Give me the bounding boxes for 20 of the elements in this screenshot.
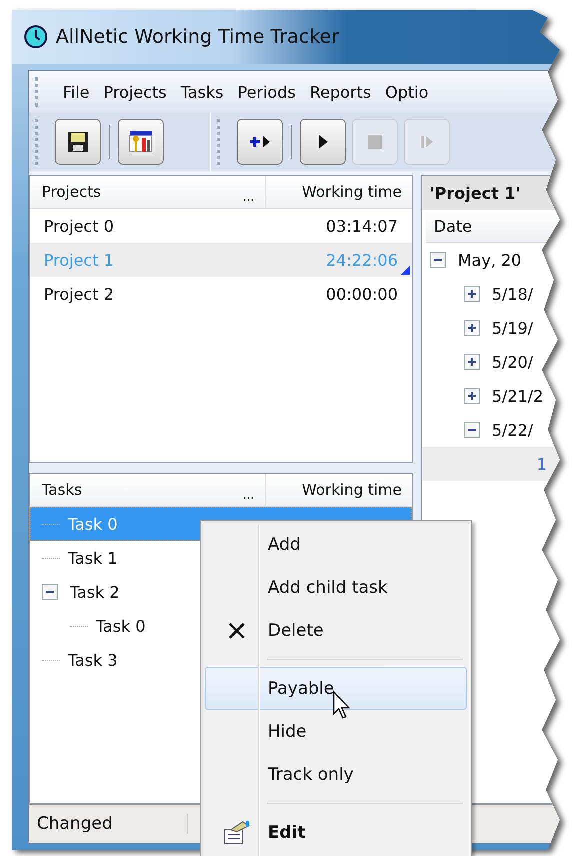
project-name: Project 0 bbox=[43, 216, 116, 236]
date-label: 5/19/ bbox=[492, 318, 534, 338]
date-label: 1 bbox=[536, 454, 547, 474]
working-time: 03:14:07 bbox=[326, 216, 399, 236]
task-name: Task 1 bbox=[68, 548, 118, 568]
project-name: Project 2 bbox=[43, 284, 116, 304]
task-name: Task 3 bbox=[68, 650, 118, 670]
task-name: Task 2 bbox=[70, 582, 120, 602]
status-text: Changed bbox=[29, 814, 188, 834]
task-name: Task 0 bbox=[68, 514, 118, 534]
working-time: 00:00:00 bbox=[326, 284, 399, 304]
working-time: 24:22:06 bbox=[326, 250, 399, 270]
project-name: Project 1 bbox=[43, 250, 116, 270]
date-label: 5/18/ bbox=[492, 284, 534, 304]
task-name: Task 0 bbox=[96, 616, 146, 636]
date-label: May, 20 bbox=[458, 250, 522, 270]
date-label: 5/21/2 bbox=[492, 386, 544, 406]
window-title: AllNetic Working Time Tracker bbox=[56, 26, 340, 48]
date-label: 5/22/ bbox=[492, 420, 534, 440]
date-label: 5/20/ bbox=[492, 352, 534, 372]
